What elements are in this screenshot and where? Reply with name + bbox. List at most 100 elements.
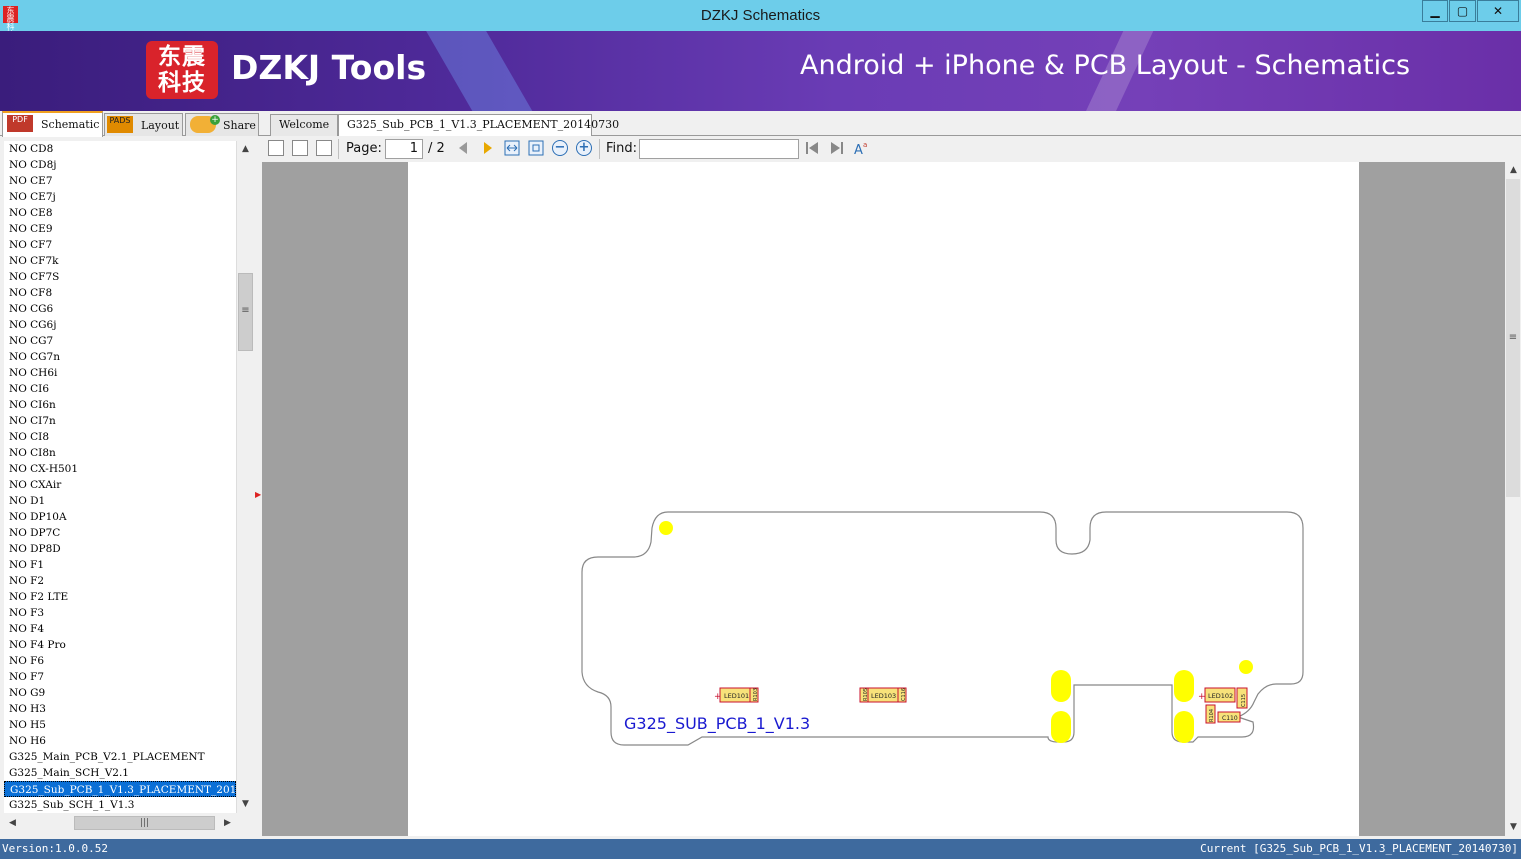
scrollbar-thumb[interactable]: ≡ [238, 273, 253, 351]
next-page-icon[interactable] [480, 140, 496, 156]
list-item[interactable]: NO F7 [4, 669, 236, 685]
window-title: DZKJ Schematics [700, 7, 821, 24]
list-item[interactable]: NO CD8 [4, 141, 236, 157]
list-item[interactable]: NO F2 [4, 573, 236, 589]
fit-page-icon[interactable] [528, 140, 544, 156]
page-label: Page: [346, 141, 382, 156]
list-item[interactable]: NO DP10A [4, 509, 236, 525]
tab-document[interactable]: G325_Sub_PCB_1_V1.3_PLACEMENT_20140730× [338, 114, 619, 152]
list-item[interactable]: NO F4 Pro [4, 637, 236, 653]
fit-width-icon[interactable] [504, 140, 520, 156]
list-item[interactable]: NO H3 [4, 701, 236, 717]
tab-label: Share [223, 119, 256, 132]
left-tab-bar: PDF Schematic PADS Layout + Share [0, 111, 262, 137]
list-item[interactable]: NO CI8n [4, 445, 236, 461]
list-item[interactable]: NO D1 [4, 493, 236, 509]
list-item[interactable]: NO F1 [4, 557, 236, 573]
scrollbar-thumb[interactable]: ≡ [1506, 179, 1520, 497]
list-item[interactable]: NO CI7n [4, 413, 236, 429]
list-item[interactable]: G325_Main_SCH_V2.1 [4, 765, 236, 781]
list-item[interactable]: NO CE7j [4, 189, 236, 205]
list-item[interactable]: NO CF7k [4, 253, 236, 269]
tab-welcome[interactable]: Welcome [270, 114, 338, 136]
maximize-button[interactable]: ▢ [1449, 0, 1476, 22]
list-vertical-scrollbar[interactable]: ▲ ≡ ▼ [236, 141, 253, 813]
list-item[interactable]: NO F2 LTE [4, 589, 236, 605]
list-item[interactable]: NO CXAir [4, 477, 236, 493]
close-button[interactable]: ✕ [1477, 0, 1519, 22]
page-number-input[interactable]: 1 [385, 139, 423, 159]
svg-text:A: A [854, 143, 863, 156]
list-item[interactable]: NO DP7C [4, 525, 236, 541]
list-item[interactable]: NO F6 [4, 653, 236, 669]
list-item[interactable]: NO CF8 [4, 285, 236, 301]
collapse-arrow-icon[interactable]: ▶ [255, 490, 261, 499]
svg-text:a: a [863, 141, 867, 149]
list-item[interactable]: NO CD8j [4, 157, 236, 173]
zoom-out-icon[interactable]: − [552, 140, 568, 156]
scroll-left-icon[interactable]: ◀ [4, 815, 21, 832]
list-item[interactable]: NO CG6 [4, 301, 236, 317]
list-item[interactable]: NO CG7 [4, 333, 236, 349]
list-item[interactable]: NO G9 [4, 685, 236, 701]
header-banner: 东震 科技 DZKJ Tools Android + iPhone & PCB L… [0, 31, 1521, 111]
scrollbar-thumb[interactable]: ||| [74, 816, 215, 830]
title-bar: 东震科技 DZKJ Schematics ▁ ▢ ✕ [0, 0, 1521, 39]
find-next-icon[interactable] [829, 140, 845, 156]
list-item[interactable]: NO CE7 [4, 173, 236, 189]
list-item[interactable]: NO CE9 [4, 221, 236, 237]
list-item[interactable]: NO CE8 [4, 205, 236, 221]
tab-layout[interactable]: PADS Layout [104, 113, 183, 136]
scroll-down-icon[interactable]: ▼ [1505, 819, 1521, 836]
component-led103: R105 LED103 C116 [859, 687, 907, 703]
list-item[interactable]: NO CI6n [4, 397, 236, 413]
board-outline [581, 511, 1304, 746]
highlight-text-icon[interactable]: Aa [853, 140, 869, 156]
list-item[interactable]: NO H6 [4, 733, 236, 749]
list-item[interactable]: NO CH6i [4, 365, 236, 381]
svg-text:LED101: LED101 [724, 692, 749, 700]
viewer-vertical-scrollbar[interactable]: ▲ ≡ ▼ [1505, 162, 1521, 836]
scroll-right-icon[interactable]: ▶ [219, 815, 236, 832]
pcb-placement-drawing: + LED101 R103 R105 LED103 C116 + LED102 [581, 511, 1304, 746]
scroll-down-icon[interactable]: ▼ [237, 796, 254, 813]
list-item[interactable]: NO CX-H501 [4, 461, 236, 477]
list-item[interactable]: NO CI6 [4, 381, 236, 397]
component-led102: + LED102 C115 R104 C110 [1198, 687, 1248, 724]
brand-logo: 东震 科技 [146, 41, 218, 99]
list-item[interactable]: NO CF7S [4, 269, 236, 285]
pages-document-icon[interactable] [316, 140, 332, 156]
scroll-up-icon[interactable]: ▲ [237, 141, 254, 158]
find-input[interactable] [639, 139, 799, 159]
svg-text:LED103: LED103 [871, 692, 896, 700]
banner-tagline: Android + iPhone & PCB Layout - Schemati… [800, 50, 1411, 81]
list-item[interactable]: NO CG7n [4, 349, 236, 365]
list-item[interactable]: NO DP8D [4, 541, 236, 557]
status-bar: Version:1.0.0.52 Current [G325_Sub_PCB_1… [0, 839, 1521, 859]
list-item[interactable]: NO F3 [4, 605, 236, 621]
find-previous-icon[interactable] [804, 140, 820, 156]
list-item[interactable]: NO CG6j [4, 317, 236, 333]
tab-schematic[interactable]: PDF Schematic [2, 111, 103, 137]
previous-page-icon[interactable] [455, 140, 471, 156]
document-viewer[interactable]: + LED101 R103 R105 LED103 C116 + LED102 [262, 162, 1505, 836]
minimize-button[interactable]: ▁ [1422, 0, 1448, 22]
tab-share[interactable]: + Share [185, 113, 259, 136]
list-item[interactable]: NO CI8 [4, 429, 236, 445]
viewer-toolbar: Page: 1 / 2 − + Find: Aa [262, 136, 1521, 162]
zoom-in-icon[interactable]: + [576, 140, 592, 156]
list-item[interactable]: NO F4 [4, 621, 236, 637]
list-item[interactable]: NO H5 [4, 717, 236, 733]
list-item[interactable]: G325_Sub_PCB_1_V1.3_PLACEMENT_20140730 [4, 781, 236, 797]
copy-document-icon[interactable] [292, 140, 308, 156]
scroll-up-icon[interactable]: ▲ [1505, 162, 1521, 179]
list-item[interactable]: NO CF7 [4, 237, 236, 253]
panel-splitter[interactable]: ▶ [253, 137, 262, 836]
list-item[interactable]: G325_Sub_SCH_1_V1.3 [4, 797, 236, 813]
fiducial-pad [659, 521, 673, 535]
open-document-icon[interactable] [268, 140, 284, 156]
document-list[interactable]: NO CD8 NO CD8j NO CE7 NO CE7j NO CE8 NO CE9 NO… [4, 141, 236, 813]
list-item[interactable]: G325_Main_PCB_V2.1_PLACEMENT [4, 749, 236, 765]
plus-icon: + [210, 115, 220, 125]
list-horizontal-scrollbar[interactable]: ◀ ||| ▶ [4, 814, 236, 832]
